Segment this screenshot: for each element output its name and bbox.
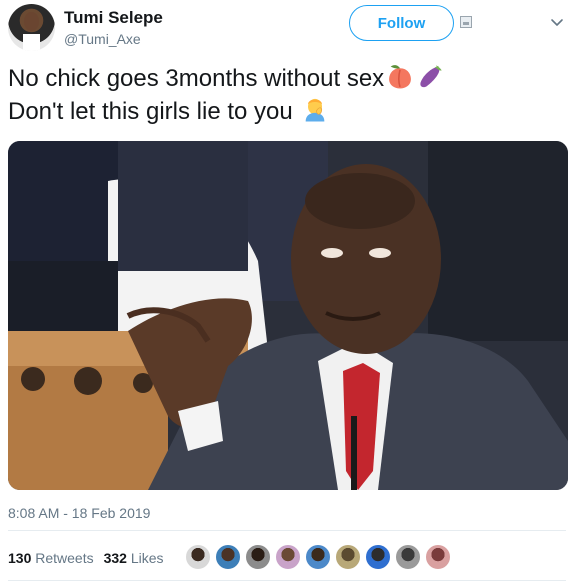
liker-avatar[interactable] [274, 543, 302, 571]
tweet-header: Tumi Selepe @Tumi_Axe Follow [8, 4, 574, 52]
likes-stat[interactable]: 332 Likes [104, 550, 164, 566]
likes-count: 332 [103, 550, 127, 566]
chevron-down-icon[interactable] [550, 16, 564, 30]
follow-button[interactable]: Follow [349, 5, 454, 41]
tweet-timestamp[interactable]: 8:08 AM - 18 Feb 2019 [8, 505, 150, 521]
liker-avatar[interactable] [214, 543, 242, 571]
user-handle[interactable]: @Tumi_Axe [64, 31, 141, 47]
liker-avatar[interactable] [244, 543, 272, 571]
divider [8, 530, 566, 531]
tweet-line-1-text: No chick goes 3months without sex [8, 65, 385, 92]
peach-emoji-icon [389, 65, 412, 89]
tweet-line-1: No chick goes 3months without sex [8, 62, 574, 95]
liker-avatar[interactable] [304, 543, 332, 571]
divider [8, 580, 566, 581]
liker-avatar[interactable] [394, 543, 422, 571]
liker-avatar[interactable] [334, 543, 362, 571]
liker-avatars [184, 543, 452, 571]
tweet-text: No chick goes 3months without sex Don't … [8, 62, 574, 128]
liker-avatar[interactable] [364, 543, 392, 571]
retweets-label: Retweets [35, 550, 94, 566]
tweet-line-2: Don't let this girls lie to you [8, 95, 574, 128]
retweets-count: 130 [8, 550, 32, 566]
liker-avatar[interactable] [424, 543, 452, 571]
tweet-line-2-text: Don't let this girls lie to you [8, 98, 293, 125]
liker-avatar[interactable] [184, 543, 212, 571]
likes-label: Likes [130, 550, 164, 566]
user-name[interactable]: Tumi Selepe [64, 8, 163, 28]
tweet-photo[interactable] [8, 141, 568, 490]
retweets-stat[interactable]: 130 Retweets [8, 550, 94, 566]
broken-image-icon [460, 16, 472, 28]
avatar-shirt [23, 34, 40, 51]
avatar[interactable] [8, 4, 55, 51]
engagement-stats: 130 Retweets 332 Likes [8, 550, 164, 566]
eggplant-emoji-icon [420, 65, 442, 88]
person-facepalming-emoji-icon [306, 98, 325, 122]
avatar-face [24, 12, 39, 31]
